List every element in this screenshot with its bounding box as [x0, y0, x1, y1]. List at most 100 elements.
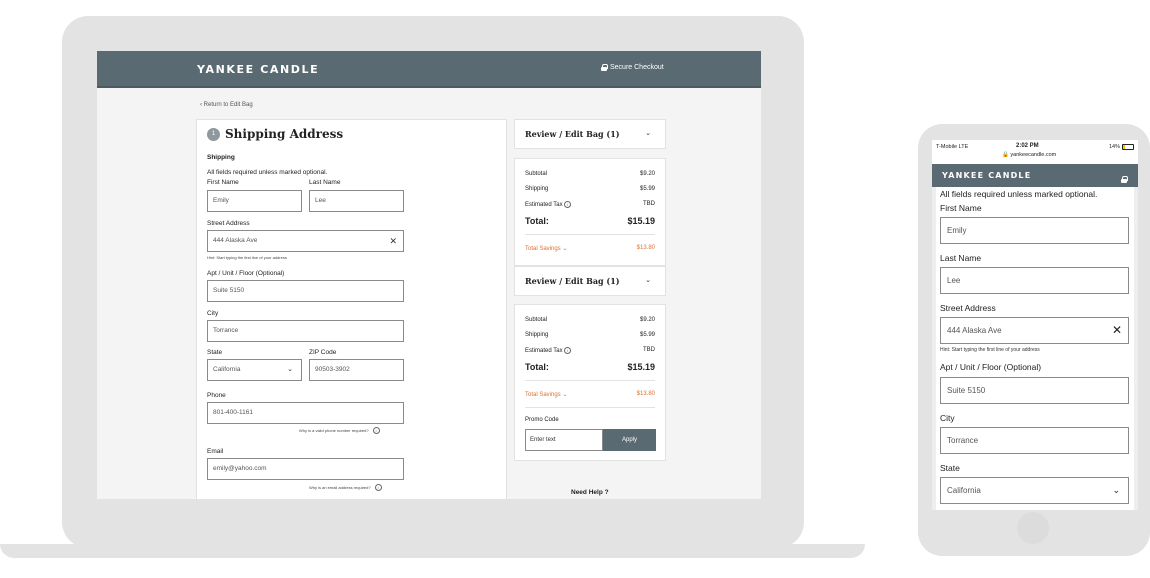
- shipping-label: Shipping: [525, 332, 549, 338]
- last-name-field[interactable]: Lee: [940, 267, 1129, 294]
- tax-label: Estimated Tax i: [525, 201, 572, 208]
- required-note: All fields required unless marked option…: [207, 169, 328, 176]
- phone-why-text: Why is a valid phone number required?: [299, 428, 369, 433]
- tax-value: TBD: [643, 347, 655, 353]
- subtotal-label: Subtotal: [525, 317, 548, 323]
- street-address-label: Street Address: [207, 220, 250, 227]
- first-name-label: First Name: [940, 203, 982, 213]
- subtotal-value: $9.20: [639, 317, 655, 323]
- tax-label-text: Estimated Tax: [525, 348, 563, 354]
- subtotal-row: Subtotal $9.20: [525, 317, 655, 323]
- brand-logo[interactable]: YANKEE CANDLE: [942, 171, 1031, 180]
- savings-label-text: Total Savings: [525, 392, 561, 398]
- total-row: Total: $15.19: [525, 362, 655, 372]
- total-value: $15.19: [627, 362, 655, 372]
- street-address-field[interactable]: 444 Alaska Ave ✕: [940, 317, 1129, 344]
- savings-value: $13.80: [636, 391, 655, 397]
- email-why-text: Why is an email address required?: [309, 485, 371, 490]
- state-select-value: California: [213, 366, 241, 373]
- zip-label: ZIP Code: [309, 349, 337, 356]
- first-name-field[interactable]: Emily: [940, 217, 1129, 244]
- savings-row[interactable]: Total Savings ⌄ $13.80: [525, 391, 655, 398]
- secure-checkout: Secure Checkout: [601, 64, 664, 71]
- review-bag-toggle-2[interactable]: Review / Edit Bag (1) ⌄: [514, 266, 666, 296]
- total-label: Total:: [525, 216, 549, 226]
- phone-label: Phone: [207, 392, 226, 399]
- shipping-value: $5.99: [639, 332, 655, 338]
- page-title: Shipping Address: [225, 127, 344, 141]
- apt-field[interactable]: Suite 5150: [207, 280, 404, 302]
- shipping-row: Shipping $5.99: [525, 332, 655, 338]
- return-to-bag-link[interactable]: ‹ Return to Edit Bag: [200, 102, 253, 108]
- street-address-field[interactable]: 444 Alaska Ave ✕: [207, 230, 404, 252]
- info-icon[interactable]: i: [564, 347, 572, 354]
- subtotal-row: Subtotal $9.20: [525, 171, 655, 177]
- chevron-down-icon: ⌄: [287, 366, 293, 373]
- email-field[interactable]: emily@yahoo.com: [207, 458, 404, 480]
- first-name-field[interactable]: Emily: [207, 190, 302, 212]
- review-bag-title: Review / Edit Bag (1): [525, 129, 620, 139]
- promo-code-input[interactable]: Enter text: [525, 429, 603, 451]
- last-name-label: Last Name: [940, 253, 982, 263]
- carrier-label: T-Mobile LTE: [936, 144, 969, 150]
- street-address-value: 444 Alaska Ave: [947, 326, 1002, 335]
- savings-value: $13.80: [636, 245, 655, 251]
- phone-why[interactable]: Why is a valid phone number required? i: [299, 427, 380, 434]
- shipping-row: Shipping $5.99: [525, 186, 655, 192]
- city-field[interactable]: Torrance: [940, 427, 1129, 454]
- chevron-down-icon: ⌄: [645, 277, 651, 284]
- battery-indicator: 14%: [1109, 144, 1134, 150]
- street-address-hint: Hint: Start typing the first line of you…: [207, 255, 287, 260]
- status-bar: T-Mobile LTE 2:02 PM 🔒 yankeecandle.com …: [932, 140, 1138, 162]
- total-value: $15.19: [627, 216, 655, 226]
- clock: 2:02 PM: [1016, 143, 1039, 149]
- zip-field[interactable]: 90503-3902: [309, 359, 404, 381]
- apply-promo-button[interactable]: Apply: [603, 429, 656, 451]
- need-help-link[interactable]: Need Help ?: [571, 489, 609, 496]
- laptop-base: [0, 544, 865, 558]
- state-select[interactable]: California ⌄: [207, 359, 302, 381]
- state-label: State: [940, 463, 960, 473]
- tax-value: TBD: [643, 201, 655, 207]
- tax-row: Estimated Tax i TBD: [525, 201, 655, 208]
- clear-icon[interactable]: ✕: [389, 231, 397, 251]
- shipping-form-card: 1 Shipping Address Shipping All fields r…: [196, 119, 507, 499]
- subtotal-label: Subtotal: [525, 171, 548, 177]
- savings-label: Total Savings ⌄: [525, 246, 568, 252]
- last-name-label: Last Name: [309, 179, 341, 186]
- required-note: All fields required unless marked option…: [940, 189, 1098, 199]
- divider: [525, 380, 655, 381]
- phone-field[interactable]: 801-400-1161: [207, 402, 404, 424]
- phone-home-button: [1017, 512, 1049, 544]
- city-label: City: [207, 310, 219, 317]
- tax-label: Estimated Tax i: [525, 347, 572, 354]
- chevron-down-icon: ⌄: [645, 130, 651, 137]
- state-label: State: [207, 349, 223, 356]
- state-select[interactable]: California ⌄: [940, 477, 1129, 504]
- email-why[interactable]: Why is an email address required? i: [309, 484, 382, 491]
- state-select-value: California: [947, 486, 981, 495]
- url-bar[interactable]: 🔒 yankeecandle.com: [1002, 152, 1056, 158]
- info-icon[interactable]: i: [372, 427, 380, 434]
- info-icon[interactable]: i: [564, 201, 572, 208]
- divider: [525, 234, 655, 235]
- clear-icon[interactable]: ✕: [1112, 318, 1122, 343]
- lock-icon: [601, 64, 608, 71]
- info-icon[interactable]: i: [374, 484, 382, 491]
- review-bag-toggle[interactable]: Review / Edit Bag (1) ⌄: [514, 119, 666, 149]
- last-name-field[interactable]: Lee: [309, 190, 404, 212]
- city-field[interactable]: Torrance: [207, 320, 404, 342]
- apt-label: Apt / Unit / Floor (Optional): [207, 270, 285, 277]
- battery-percent: 14%: [1108, 144, 1120, 150]
- email-label: Email: [207, 448, 224, 455]
- brand-logo[interactable]: YANKEE CANDLE: [197, 63, 319, 76]
- step-number-badge: 1: [207, 128, 220, 141]
- shipping-value: $5.99: [639, 186, 655, 192]
- city-label: City: [940, 413, 955, 423]
- tax-row: Estimated Tax i TBD: [525, 347, 655, 354]
- apt-field[interactable]: Suite 5150: [940, 377, 1129, 404]
- site-header: YANKEE CANDLE Secure Checkout: [97, 51, 761, 88]
- street-address-hint: Hint: Start typing the first line of you…: [940, 347, 1040, 353]
- savings-row[interactable]: Total Savings ⌄ $13.80: [525, 245, 655, 252]
- tax-label-text: Estimated Tax: [525, 202, 563, 208]
